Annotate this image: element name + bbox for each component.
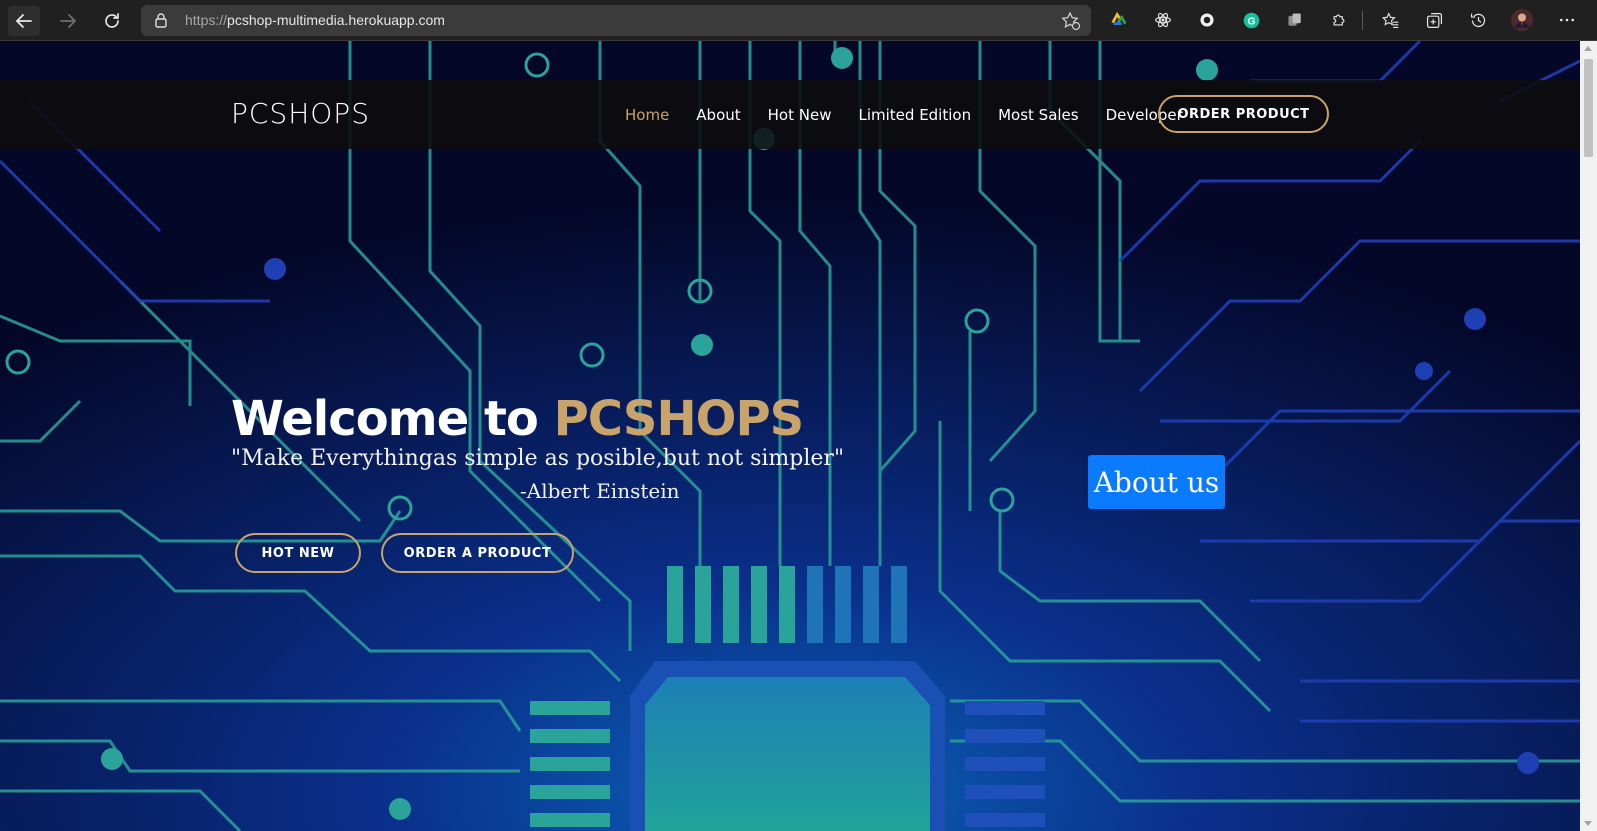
avatar[interactable] xyxy=(1511,9,1533,31)
menu-item-home[interactable]: Home xyxy=(625,106,669,124)
grammarly-icon[interactable]: G xyxy=(1240,9,1262,31)
react-devtools-icon[interactable] xyxy=(1152,9,1174,31)
site-logo[interactable]: PCSHOPS xyxy=(231,97,370,130)
arrow-right-icon xyxy=(60,14,77,28)
browser-toolbar: https://pcshop-multimedia.herokuapp.com … xyxy=(0,0,1597,41)
menu-item-hot-new[interactable]: Hot New xyxy=(768,106,832,124)
refresh-icon xyxy=(105,13,119,28)
extension-colorful-icon[interactable] xyxy=(1108,9,1130,31)
hot-new-button[interactable]: HOT NEW xyxy=(235,533,361,573)
lock-icon xyxy=(155,13,167,28)
url-text: https://pcshop-multimedia.herokuapp.com xyxy=(185,12,445,28)
hero-title: Welcome to PCSHOPS xyxy=(231,391,805,447)
star-add-icon[interactable] xyxy=(1061,11,1081,31)
forward-button[interactable] xyxy=(52,6,84,36)
svg-text:G: G xyxy=(1247,16,1255,27)
hero-title-prefix: Welcome to xyxy=(231,391,554,447)
menu-item-about[interactable]: About xyxy=(696,106,740,124)
site-navbar: PCSHOPS Home About Hot New Limited Editi… xyxy=(0,80,1580,149)
page-viewport: PCSHOPS Home About Hot New Limited Editi… xyxy=(0,41,1580,831)
history-icon[interactable] xyxy=(1467,9,1489,31)
page-scrollbar[interactable] xyxy=(1580,41,1597,831)
hero-quote: "Make Everythingas simple as posible,but… xyxy=(231,446,845,471)
extension-pages-icon[interactable] xyxy=(1284,9,1306,31)
about-us-button[interactable]: About us xyxy=(1088,455,1225,509)
scrollbar-thumb[interactable] xyxy=(1584,59,1593,157)
scroll-up-arrow-icon[interactable] xyxy=(1584,46,1592,51)
favorites-icon[interactable] xyxy=(1379,9,1401,31)
toolbar-separator xyxy=(1362,11,1363,30)
main-menu: Home About Hot New Limited Edition Most … xyxy=(625,80,1210,149)
more-icon[interactable] xyxy=(1556,9,1578,31)
extensions-puzzle-icon[interactable] xyxy=(1328,9,1350,31)
hero-quote-author: -Albert Einstein xyxy=(520,479,680,503)
extension-circle-icon[interactable] xyxy=(1196,9,1218,31)
scroll-down-arrow-icon[interactable] xyxy=(1584,821,1592,826)
back-button[interactable] xyxy=(8,6,40,36)
refresh-button[interactable] xyxy=(96,6,128,36)
order-a-product-button[interactable]: ORDER A PRODUCT xyxy=(381,533,574,573)
menu-item-limited-edition[interactable]: Limited Edition xyxy=(858,106,971,124)
hero-title-brand: PCSHOPS xyxy=(553,391,805,447)
collections-icon[interactable] xyxy=(1423,9,1445,31)
menu-item-most-sales[interactable]: Most Sales xyxy=(998,106,1079,124)
arrow-left-icon xyxy=(15,14,32,28)
address-bar[interactable]: https://pcshop-multimedia.herokuapp.com xyxy=(141,5,1091,36)
order-product-button[interactable]: ORDER PRODUCT xyxy=(1158,95,1329,133)
